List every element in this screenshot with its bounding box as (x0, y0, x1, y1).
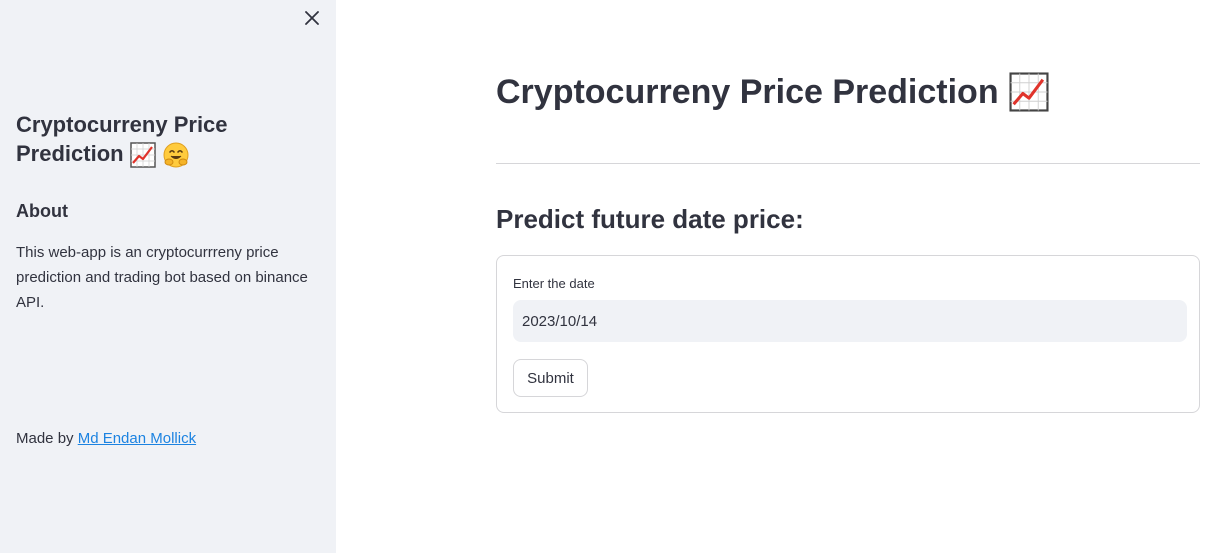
about-heading: About (16, 201, 68, 221)
made-by-prefix: Made by (16, 430, 78, 447)
divider (496, 163, 1200, 164)
prediction-form: Enter the date Submit (496, 255, 1200, 413)
date-input[interactable] (513, 300, 1187, 342)
about-description: This web-app is an cryptocurrreny price … (16, 244, 308, 311)
chart-increasing-icon (129, 142, 156, 168)
section-heading: Predict future date price: (496, 204, 804, 234)
sidebar-title: Cryptocurreny Price Prediction (16, 110, 316, 169)
hugging-face-icon (163, 142, 189, 168)
sidebar: Cryptocurreny Price Prediction About Thi… (0, 0, 336, 553)
close-icon (305, 11, 319, 25)
author-link[interactable]: Md Endan Mollick (78, 430, 196, 447)
submit-button[interactable]: Submit (513, 359, 588, 397)
date-field-label: Enter the date (513, 276, 595, 291)
page-title: Cryptocurreny Price Prediction (496, 72, 1049, 112)
page-title-text: Cryptocurreny Price Prediction (496, 72, 999, 111)
chart-increasing-icon (1009, 72, 1049, 112)
made-by-line: Made by Md Endan Mollick (16, 430, 196, 447)
close-sidebar-button[interactable] (300, 6, 324, 30)
app-root: Cryptocurreny Price Prediction About Thi… (0, 0, 1230, 553)
sidebar-title-text: Cryptocurreny Price Prediction (16, 112, 228, 166)
